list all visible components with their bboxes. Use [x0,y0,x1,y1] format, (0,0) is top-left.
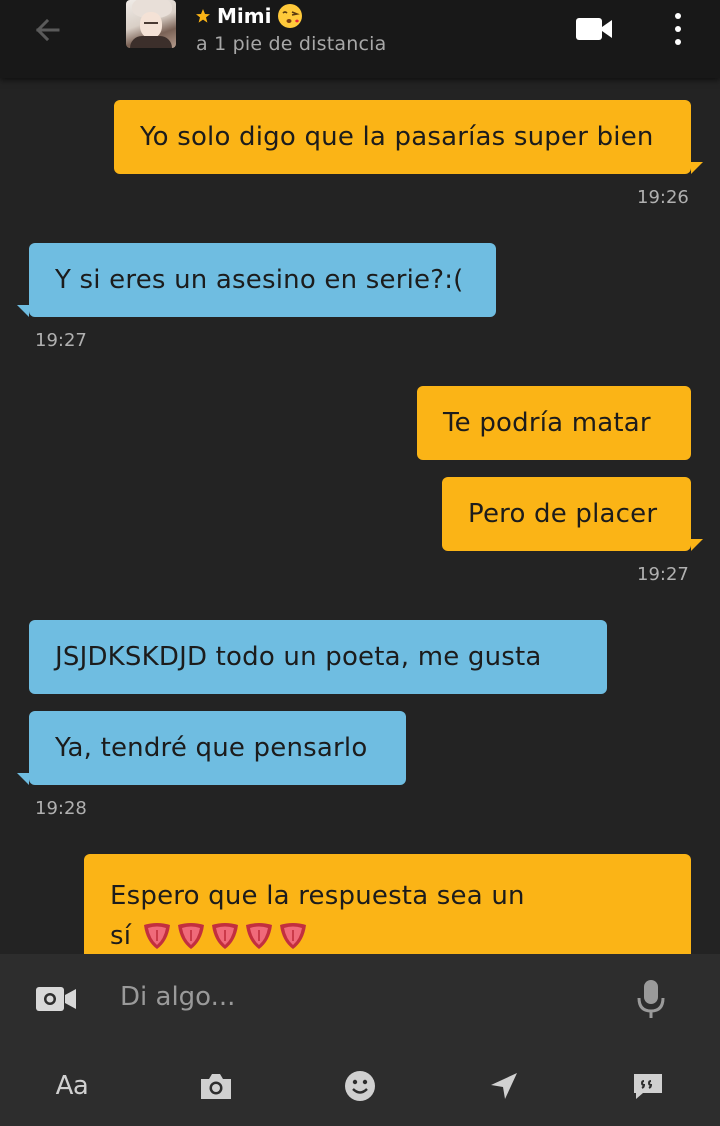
message-input[interactable] [104,968,604,1026]
video-call-button[interactable] [574,14,614,46]
tongue-emoji-icon [212,923,239,949]
smiley-icon [345,1071,375,1101]
contact-name: Mimi [217,4,272,28]
sticker-button[interactable] [338,1064,382,1108]
back-arrow-icon [35,18,60,42]
send-video-button[interactable] [34,983,78,1015]
saved-phrases-button[interactable] [626,1064,670,1108]
message-time: 19:28 [35,798,87,819]
tongue-emoji-row [141,921,309,951]
tongue-emoji-icon [144,923,171,949]
avatar-eyes [144,22,158,24]
avatar[interactable] [126,0,176,48]
video-camera-icon [576,18,612,40]
incoming-message[interactable]: Y si eres un asesino en serie?:( [29,243,496,317]
contact-distance: a 1 pie de distancia [196,33,387,55]
video-camera-icon [36,987,76,1011]
more-options-button[interactable] [668,10,688,50]
text-format-button[interactable]: Aa [50,1064,94,1108]
message-time: 19:27 [637,564,689,585]
incoming-message[interactable]: Ya, tendré que pensarlo [29,711,406,785]
back-button[interactable] [28,10,68,50]
tongue-emoji-icon [280,923,307,949]
tongue-emoji-icon [178,923,205,949]
message-text: Espero que la respuesta sea un [110,881,525,911]
message-text: Ya, tendré que pensarlo [55,733,368,763]
kissing-face-emoji-icon [278,4,303,28]
camera-icon [201,1074,231,1099]
microphone-icon [637,980,665,1018]
chat-header: Mimi a 1 pie de distancia [0,0,720,78]
voice-message-button[interactable] [636,978,666,1020]
avatar-face [140,12,162,38]
message-line-2: sí [110,916,665,956]
avatar-shirt [130,36,172,48]
bubble-tail [691,162,703,174]
text-format-icon: Aa [55,1071,89,1101]
outgoing-message[interactable]: Pero de placer [442,477,691,551]
bubble-tail [17,773,29,785]
camera-button[interactable] [194,1064,238,1108]
message-text: JSJDKSKDJD todo un poeta, me gusta [55,642,542,672]
bubble-tail [17,305,29,317]
bubble-tail [691,539,703,551]
outgoing-message[interactable]: Yo solo digo que la pasarías super bien [114,100,691,174]
outgoing-message[interactable]: Espero que la respuesta sea un sí [84,854,691,964]
location-arrow-icon [491,1073,517,1099]
message-text: sí [110,921,132,951]
tongue-emoji-icon [246,923,273,949]
more-vertical-icon [675,13,681,45]
share-location-button[interactable] [482,1064,526,1108]
message-text: Te podría matar [443,408,651,438]
incoming-message[interactable]: JSJDKSKDJD todo un poeta, me gusta [29,620,607,694]
message-text: Y si eres un asesino en serie?:( [55,265,464,295]
contact-name-row[interactable]: Mimi [195,3,303,29]
saved-phrases-icon [634,1074,662,1099]
message-text: Yo solo digo que la pasarías super bien [140,122,654,152]
star-icon [196,9,210,23]
message-time: 19:26 [637,187,689,208]
message-text: Pero de placer [468,499,658,529]
chat-screen: Mimi a 1 pie de distancia Yo solo digo q… [0,0,720,1126]
message-time: 19:27 [35,330,87,351]
outgoing-message[interactable]: Te podría matar [417,386,691,460]
